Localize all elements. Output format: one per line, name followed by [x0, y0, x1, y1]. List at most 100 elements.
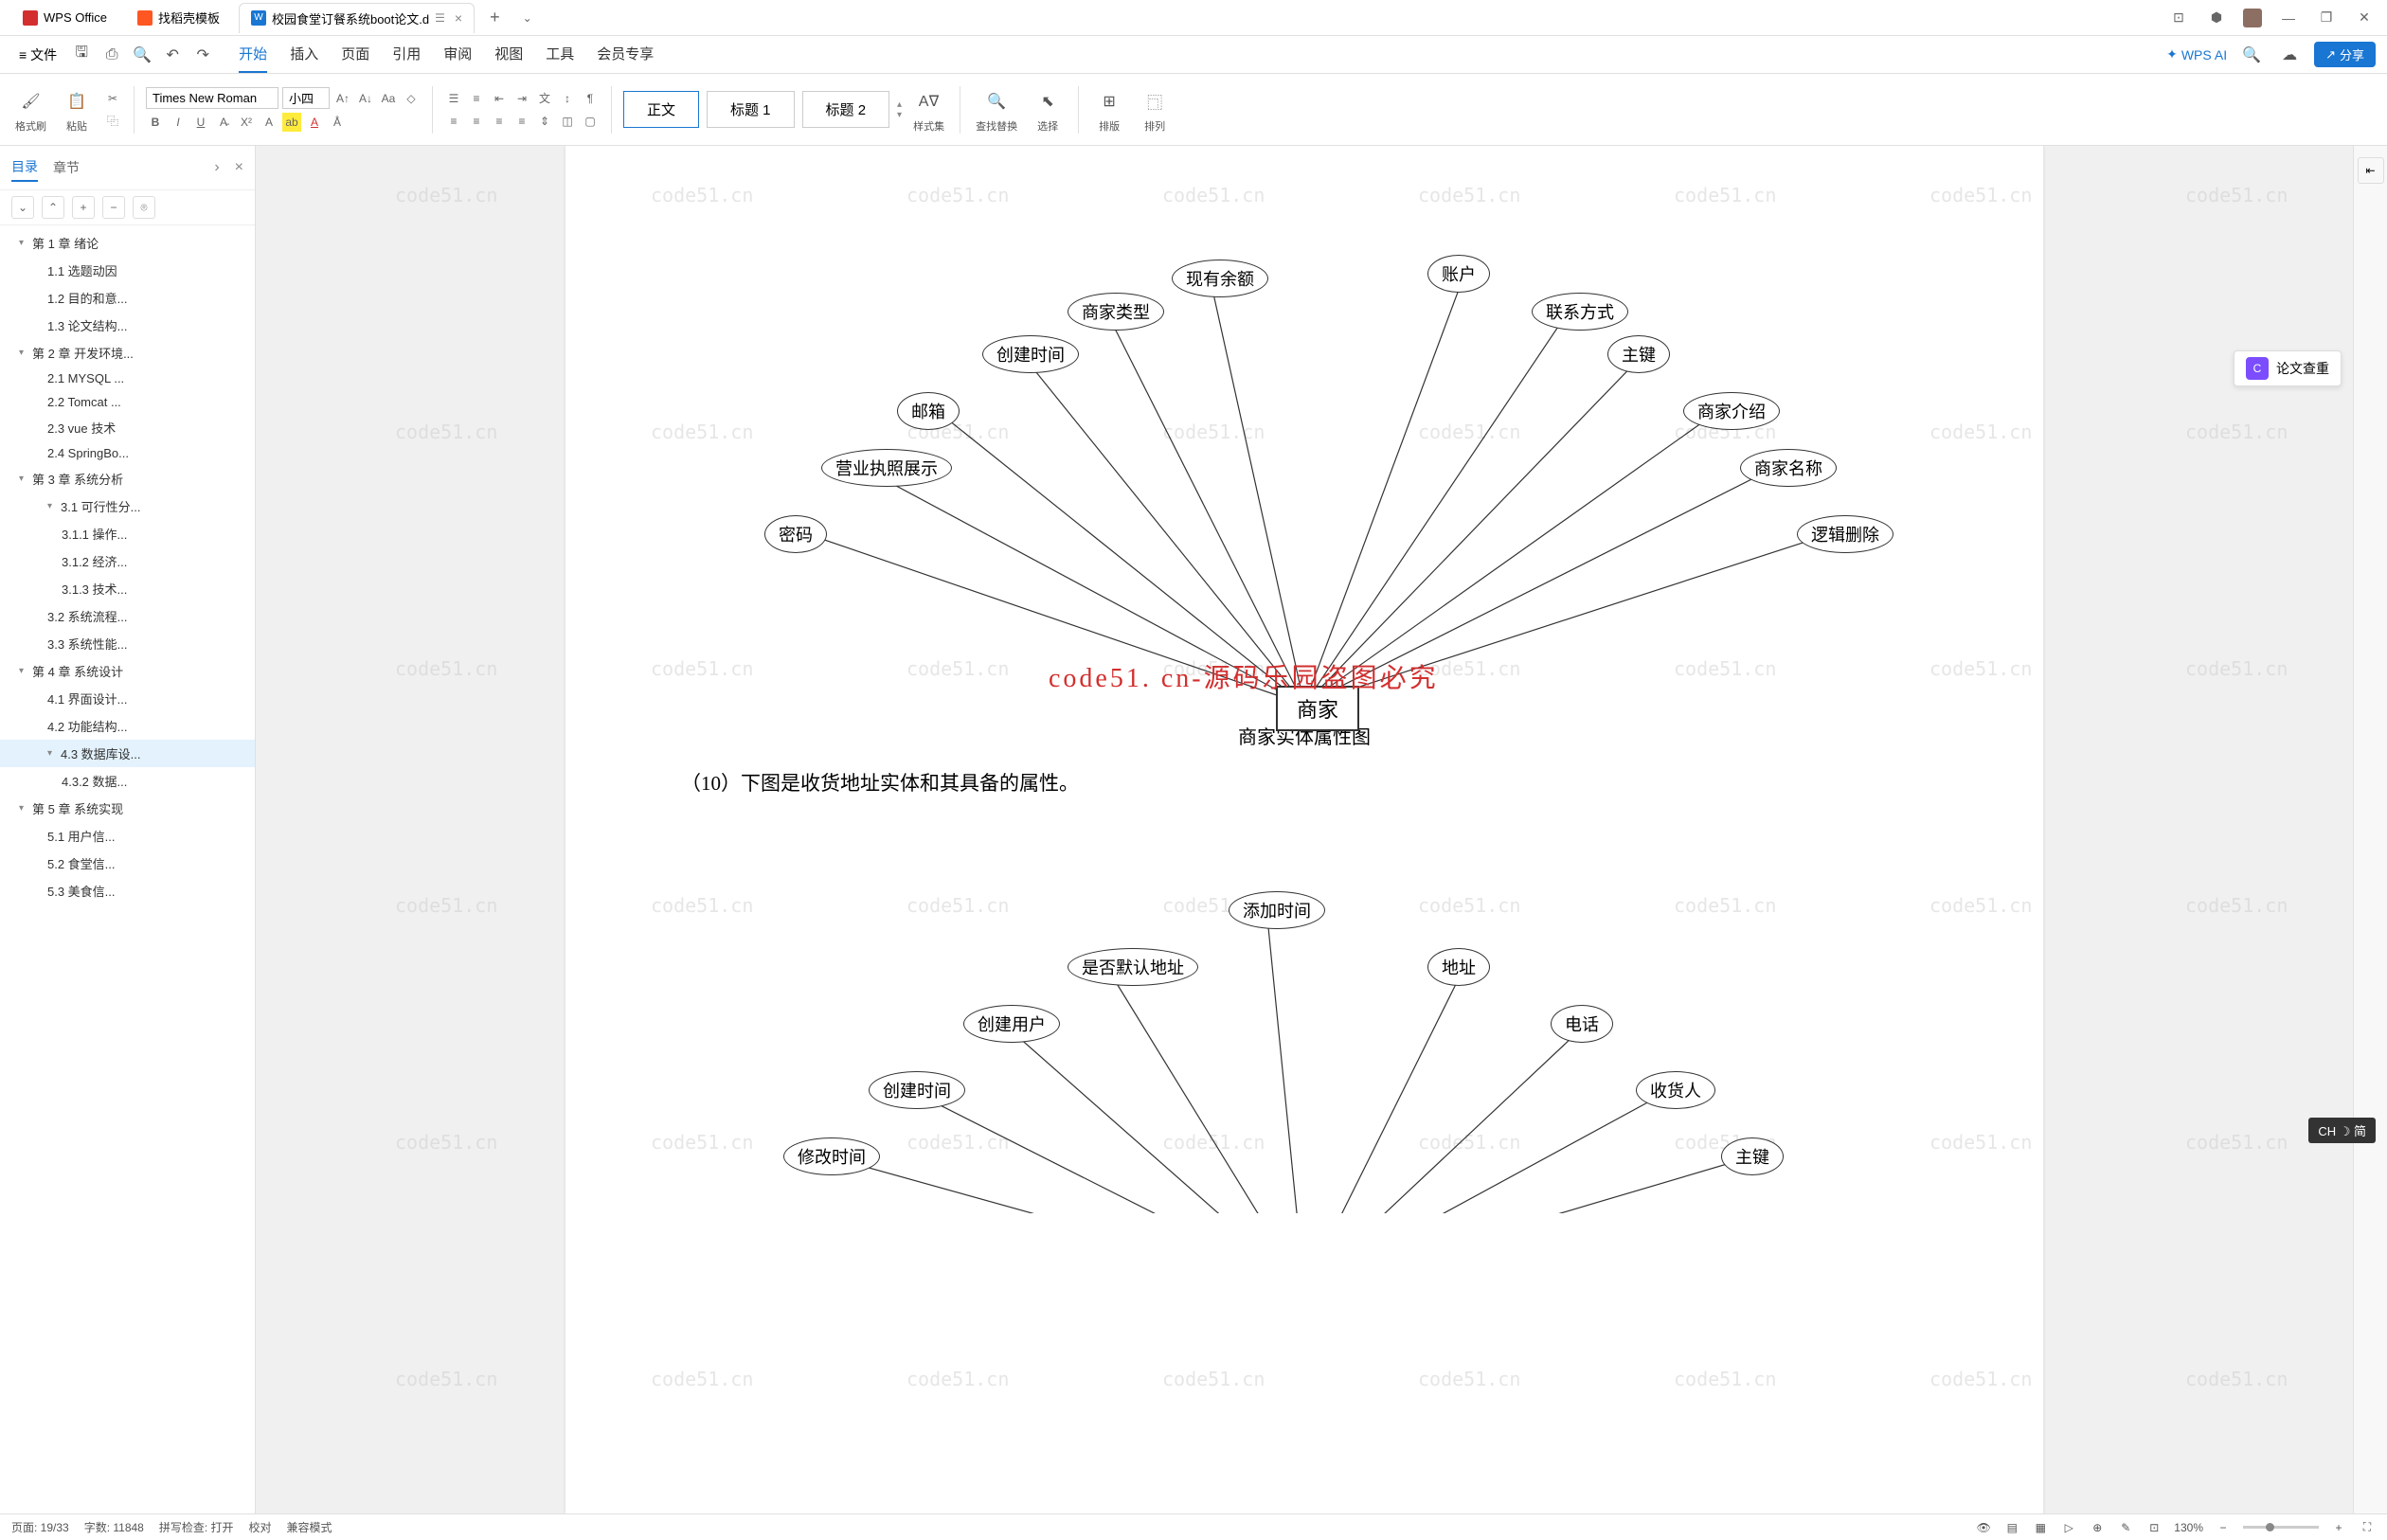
outline-item[interactable]: 3.1.2 经济... [0, 547, 255, 575]
chevron-down-icon[interactable]: ▾ [19, 666, 32, 676]
outline-item[interactable]: 1.2 目的和意... [0, 284, 255, 312]
outline-item[interactable]: 2.3 vue 技术 [0, 414, 255, 441]
edit-icon[interactable]: ✎ [2117, 1519, 2134, 1536]
tab-wps-home[interactable]: WPS Office [11, 5, 118, 31]
zoom-out-icon[interactable]: − [2215, 1519, 2232, 1536]
outline-item[interactable]: 5.1 用户信... [0, 822, 255, 850]
share-button[interactable]: ↗ 分享 [2314, 42, 2376, 67]
add-heading-icon[interactable]: + [72, 196, 95, 219]
outline-item[interactable]: 1.3 论文结构... [0, 312, 255, 339]
proofing[interactable]: 校对 [249, 1519, 272, 1535]
outline-item[interactable]: ▾3.1 可行性分... [0, 492, 255, 520]
styles-group[interactable]: Aᐁ 样式集 [909, 86, 948, 134]
align-group[interactable]: ⿹ 排列 [1136, 86, 1174, 134]
layout-icon[interactable]: ▤ [2003, 1519, 2020, 1536]
outline-item[interactable]: 3.1.1 操作... [0, 520, 255, 547]
superscript-icon[interactable]: X² [237, 113, 256, 132]
chevron-right-icon[interactable]: › [214, 159, 219, 176]
tab-templates[interactable]: 找稻壳模板 [126, 3, 231, 32]
collapse-up-icon[interactable]: ⌃ [42, 196, 64, 219]
zoom-in-icon[interactable]: + [2330, 1519, 2347, 1536]
eye-icon[interactable]: 👁 [1975, 1519, 1992, 1536]
save-icon[interactable]: 🖫 [68, 42, 95, 68]
paste-group[interactable]: 📋 粘贴 [58, 86, 96, 134]
outline-item[interactable]: ▾第 5 章 系统实现 [0, 795, 255, 822]
italic-icon[interactable]: I [169, 113, 188, 132]
close-window-button[interactable]: ✕ [2353, 7, 2376, 29]
spell-check-status[interactable]: 拼写检查: 打开 [159, 1519, 234, 1535]
increase-indent-icon[interactable]: ⇥ [512, 89, 531, 108]
tab-menu-icon[interactable]: ☰ [435, 11, 445, 25]
add-tab-button[interactable]: + [482, 4, 508, 31]
style-up-icon[interactable]: ▴ [897, 99, 902, 110]
menu-tab-6[interactable]: 工具 [546, 36, 574, 73]
bold-icon[interactable]: B [146, 113, 165, 132]
size-select[interactable] [282, 87, 330, 109]
outline-item[interactable]: ▾第 1 章 绪论 [0, 229, 255, 257]
find-replace-group[interactable]: 🔍 查找替换 [972, 86, 1021, 134]
maximize-button[interactable]: ❐ [2315, 7, 2338, 29]
outline-item[interactable]: 3.3 系统性能... [0, 630, 255, 657]
phonetic-icon[interactable]: Å [328, 113, 347, 132]
document-area[interactable]: code51.cncode51.cncode51.cncode51.cncode… [256, 146, 2353, 1513]
text-effect-icon[interactable]: A [260, 113, 278, 132]
outline-item[interactable]: ▾第 4 章 系统设计 [0, 657, 255, 685]
select-group[interactable]: ⬉ 选择 [1029, 86, 1067, 134]
chevron-down-icon[interactable]: ▾ [19, 474, 32, 484]
fit-icon[interactable]: ⊡ [2145, 1519, 2163, 1536]
outline-item[interactable]: 2.2 Tomcat ... [0, 390, 255, 414]
arrange-group[interactable]: ⊞ 排版 [1090, 86, 1128, 134]
menu-tab-3[interactable]: 引用 [392, 36, 421, 73]
app-icon-1[interactable]: ⊡ [2167, 7, 2190, 29]
tab-chapters[interactable]: 章节 [53, 154, 80, 181]
style-heading2[interactable]: 标题 2 [802, 91, 890, 128]
word-count[interactable]: 字数: 11848 [84, 1519, 144, 1535]
menu-tab-0[interactable]: 开始 [239, 36, 267, 73]
outline-item[interactable]: 5.2 食堂信... [0, 850, 255, 877]
app-icon-2[interactable]: ⬢ [2205, 7, 2228, 29]
outline-item[interactable]: 1.1 选题动因 [0, 257, 255, 284]
outline-item[interactable]: ▾4.3 数据库设... [0, 740, 255, 767]
outline-item[interactable]: 2.1 MYSQL ... [0, 367, 255, 390]
align-left-icon[interactable]: ≡ [444, 112, 463, 131]
outline-item[interactable]: 5.3 美食信... [0, 877, 255, 904]
shading-icon[interactable]: ◫ [558, 112, 577, 131]
menu-tab-1[interactable]: 插入 [290, 36, 318, 73]
format-brush-group[interactable]: 🖌 格式刷 [11, 86, 50, 134]
outline-item[interactable]: 4.2 功能结构... [0, 712, 255, 740]
align-center-icon[interactable]: ≡ [467, 112, 486, 131]
border-icon[interactable]: ▢ [581, 112, 600, 131]
align-right-icon[interactable]: ≡ [490, 112, 509, 131]
outline-item[interactable]: 2.4 SpringBo... [0, 441, 255, 465]
sort-icon[interactable]: ↕ [558, 89, 577, 108]
style-down-icon[interactable]: ▾ [897, 110, 902, 120]
number-list-icon[interactable]: ≡ [467, 89, 486, 108]
text-direction-icon[interactable]: 文 [535, 89, 554, 108]
outline-item[interactable]: 4.3.2 数据... [0, 767, 255, 795]
close-sidebar-icon[interactable]: × [235, 159, 243, 176]
line-spacing-icon[interactable]: ⇕ [535, 112, 554, 131]
decrease-font-icon[interactable]: A↓ [356, 89, 375, 108]
chevron-down-icon[interactable]: ▾ [47, 748, 61, 759]
remove-heading-icon[interactable]: − [102, 196, 125, 219]
outline-item[interactable]: ▾第 2 章 开发环境... [0, 339, 255, 367]
play-icon[interactable]: ▷ [2060, 1519, 2077, 1536]
file-menu[interactable]: ≡ 文件 [11, 42, 64, 68]
justify-icon[interactable]: ≡ [512, 112, 531, 131]
toggle-panel-icon[interactable]: ⇤ [2358, 157, 2384, 184]
bullet-list-icon[interactable]: ☰ [444, 89, 463, 108]
compat-mode[interactable]: 兼容模式 [287, 1519, 332, 1535]
menu-tab-7[interactable]: 会员专享 [597, 36, 654, 73]
increase-font-icon[interactable]: A↑ [333, 89, 352, 108]
menu-tab-4[interactable]: 审阅 [443, 36, 472, 73]
clear-format-icon[interactable]: ◇ [402, 89, 421, 108]
page-indicator[interactable]: 页面: 19/33 [11, 1519, 69, 1535]
decrease-indent-icon[interactable]: ⇤ [490, 89, 509, 108]
outline-item[interactable]: 4.1 界面设计... [0, 685, 255, 712]
chevron-down-icon[interactable]: ▾ [19, 238, 32, 248]
tab-outline[interactable]: 目录 [11, 153, 38, 182]
strikethrough-icon[interactable]: A̵ [214, 113, 233, 132]
zoom-level[interactable]: 130% [2174, 1521, 2203, 1534]
reading-icon[interactable]: ▦ [2032, 1519, 2049, 1536]
menu-tab-5[interactable]: 视图 [494, 36, 523, 73]
